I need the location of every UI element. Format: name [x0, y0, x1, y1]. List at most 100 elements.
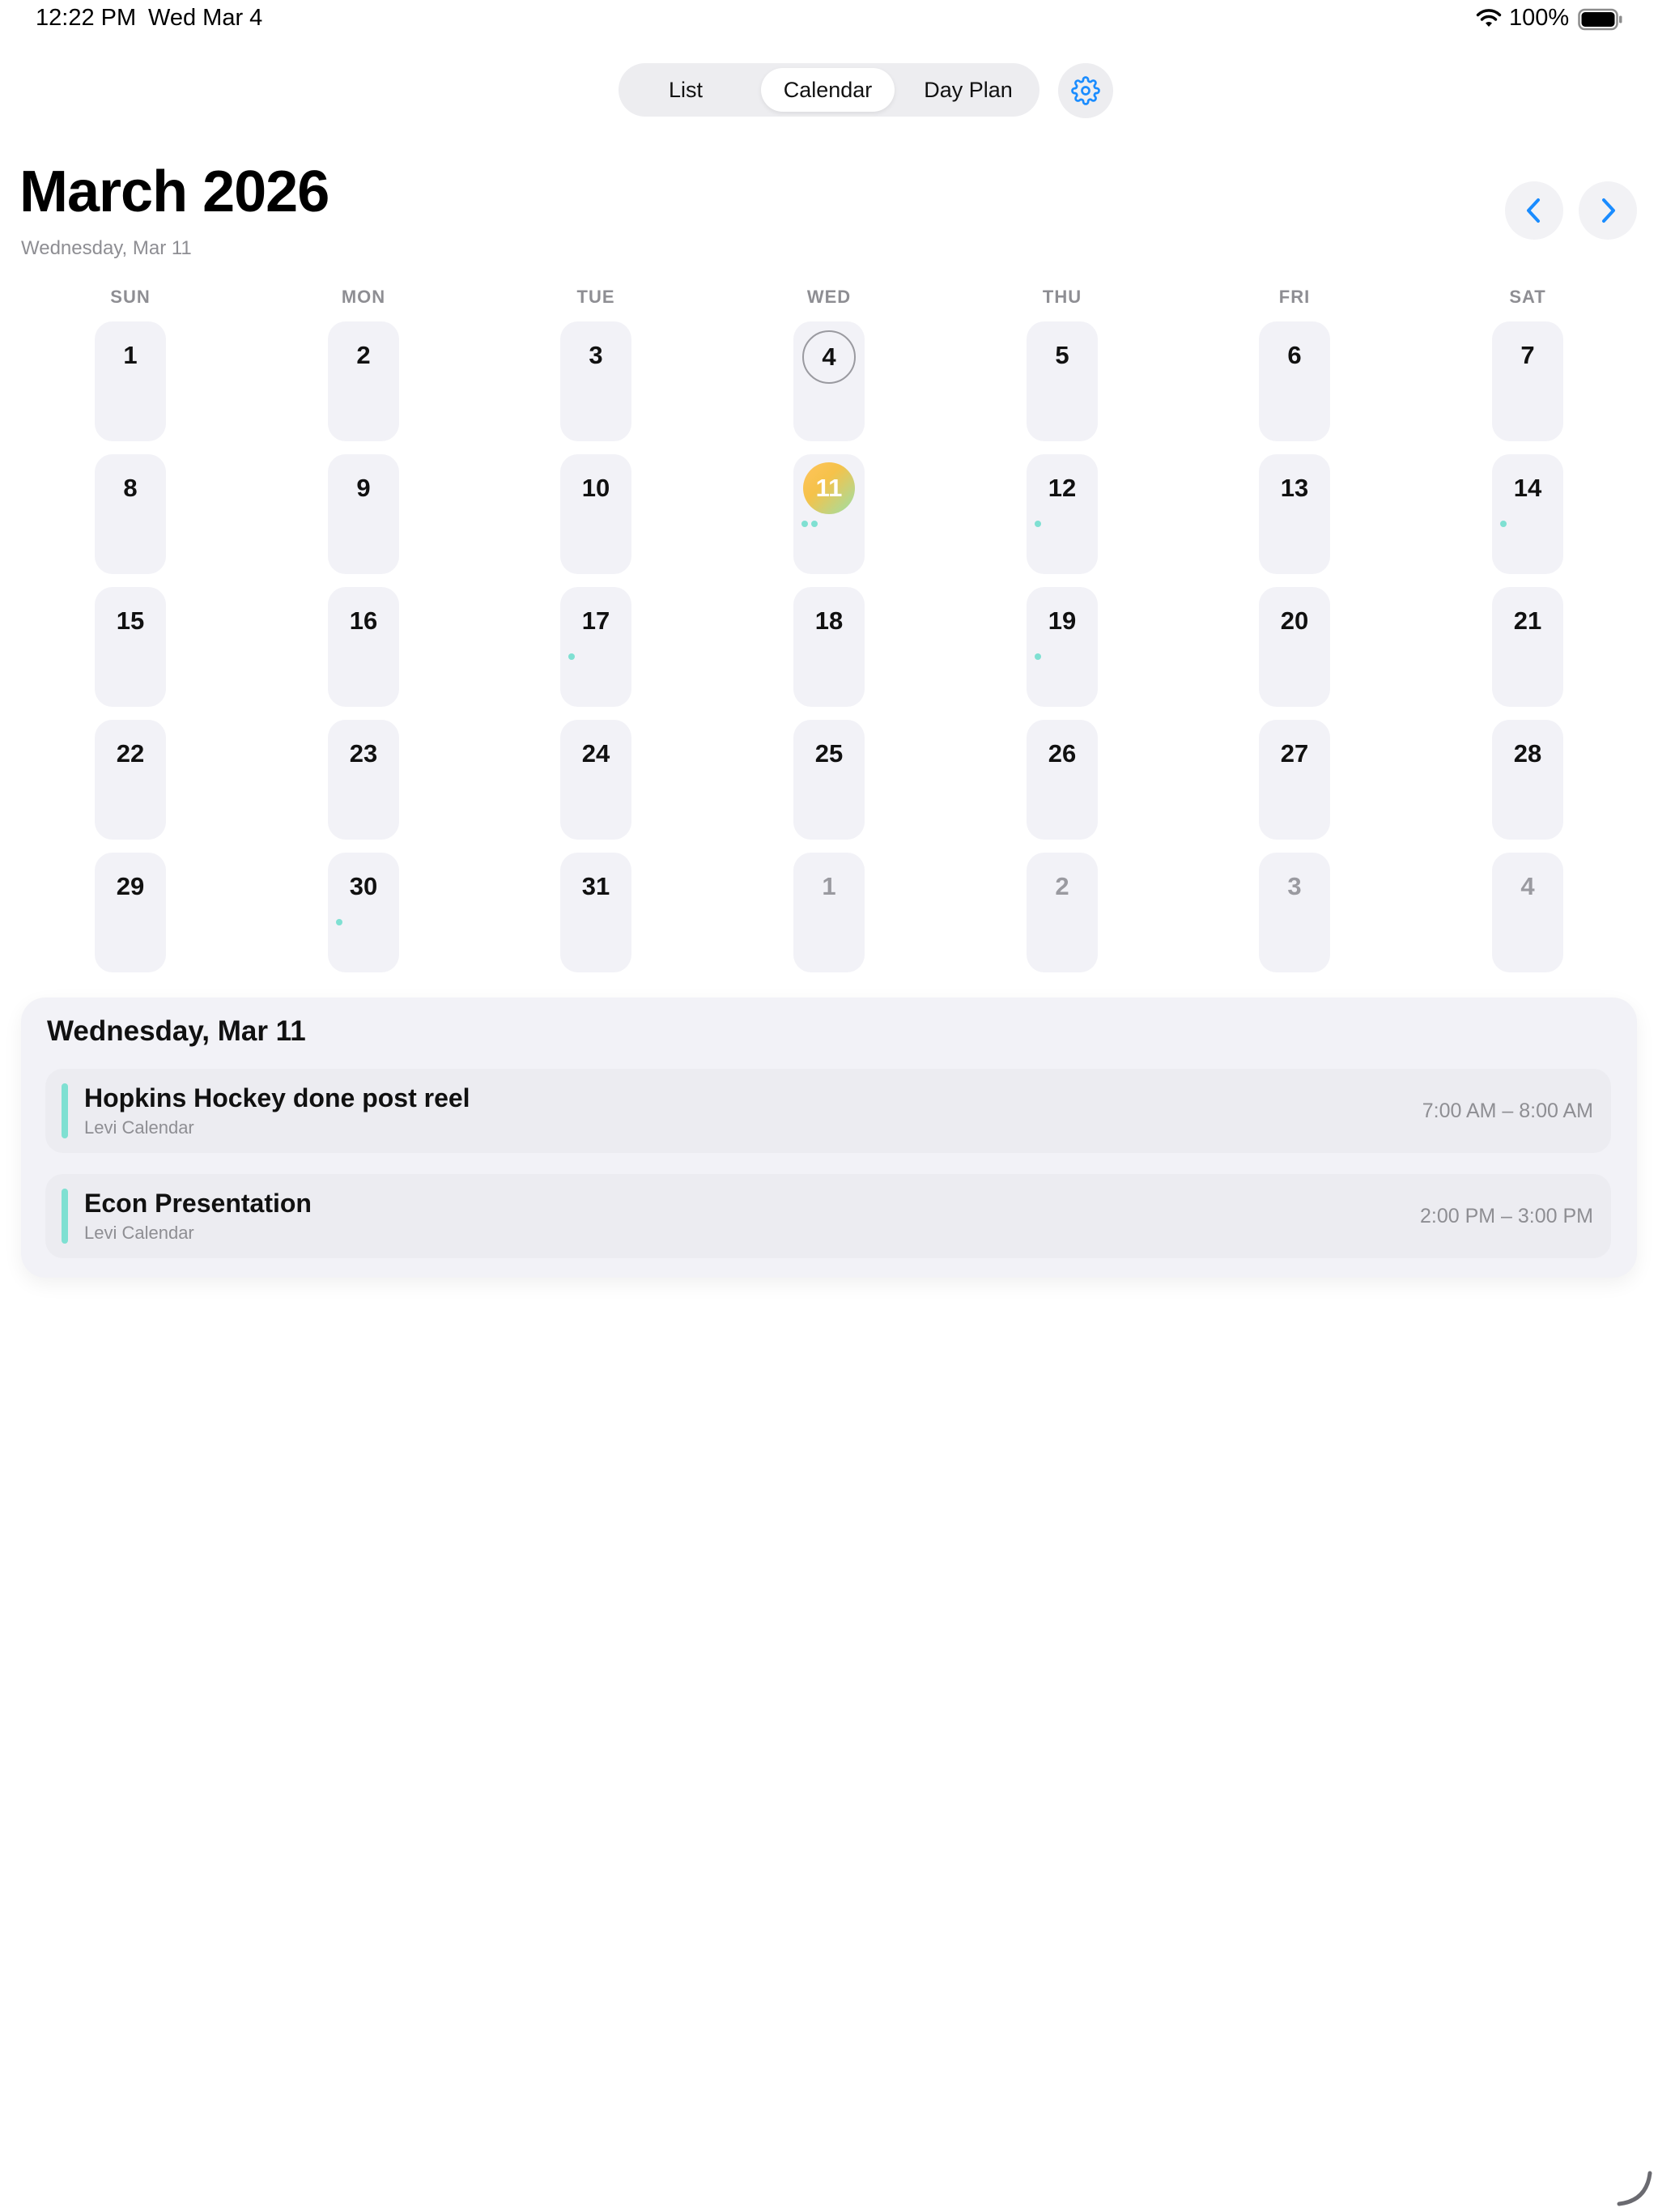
- status-date: Wed Mar 4: [148, 5, 263, 31]
- day-cell[interactable]: 25: [793, 720, 865, 840]
- day-number: 12: [1048, 474, 1077, 502]
- day-cell[interactable]: 19: [1027, 587, 1098, 707]
- day-number: 13: [1280, 474, 1309, 502]
- day-number: 29: [116, 872, 145, 900]
- day-number: 14: [1513, 474, 1542, 502]
- day-cell[interactable]: 24: [560, 720, 631, 840]
- day-cell[interactable]: 5: [1027, 321, 1098, 441]
- day-cell[interactable]: 2: [1027, 853, 1098, 972]
- gear-icon: [1071, 76, 1100, 105]
- day-number: 4: [1520, 872, 1535, 900]
- event-card[interactable]: Hopkins Hockey done post reel Levi Calen…: [45, 1069, 1611, 1153]
- day-cell[interactable]: 2: [328, 321, 399, 441]
- selected-date-subtitle: Wednesday, Mar 11: [21, 237, 192, 259]
- day-number: 6: [1287, 341, 1302, 369]
- day-cell[interactable]: 23: [328, 720, 399, 840]
- day-number: 1: [822, 872, 836, 900]
- day-number: 17: [581, 606, 610, 635]
- day-cell[interactable]: 29: [95, 853, 166, 972]
- day-cell[interactable]: 7: [1492, 321, 1563, 441]
- day-number: 27: [1280, 739, 1309, 768]
- event-dot: [1035, 653, 1041, 660]
- day-number: 28: [1513, 739, 1542, 768]
- day-cell[interactable]: 28: [1492, 720, 1563, 840]
- day-cell[interactable]: 6: [1259, 321, 1330, 441]
- day-number: 18: [814, 606, 844, 635]
- month-title: March 2026: [19, 160, 329, 224]
- weekday-label: TUE: [576, 287, 615, 307]
- day-number: 23: [349, 739, 378, 768]
- weekday-label: SUN: [110, 287, 151, 307]
- status-bar: 12:22 PM Wed Mar 4 100%: [0, 0, 1658, 40]
- tab-calendar[interactable]: Calendar: [761, 68, 895, 112]
- day-number: 16: [349, 606, 378, 635]
- day-cell[interactable]: 15: [95, 587, 166, 707]
- day-cell-selected[interactable]: 11: [793, 454, 865, 574]
- day-number: 31: [581, 872, 610, 900]
- day-cell[interactable]: 10: [560, 454, 631, 574]
- event-color-bar: [62, 1189, 68, 1244]
- previous-month-button[interactable]: [1505, 181, 1563, 240]
- day-number: 21: [1513, 606, 1542, 635]
- day-number: 10: [581, 474, 610, 502]
- day-cell[interactable]: 3: [1259, 853, 1330, 972]
- day-number: 7: [1520, 341, 1535, 369]
- day-cell[interactable]: 30: [328, 853, 399, 972]
- event-card[interactable]: Econ Presentation Levi Calendar 2:00 PM …: [45, 1174, 1611, 1258]
- events-panel-title: Wednesday, Mar 11: [47, 1015, 306, 1047]
- day-cell[interactable]: 16: [328, 587, 399, 707]
- day-events-panel: Wednesday, Mar 11 Hopkins Hockey done po…: [21, 998, 1637, 1278]
- day-cell[interactable]: 14: [1492, 454, 1563, 574]
- event-indicator-dots: [801, 521, 818, 527]
- day-cell[interactable]: 21: [1492, 587, 1563, 707]
- event-title: Econ Presentation: [84, 1189, 312, 1218]
- day-cell[interactable]: 20: [1259, 587, 1330, 707]
- event-dot: [336, 919, 342, 925]
- tab-list[interactable]: List: [625, 68, 746, 112]
- day-number: 24: [581, 739, 610, 768]
- event-color-bar: [62, 1083, 68, 1138]
- battery-percentage: 100%: [1509, 5, 1570, 31]
- day-number: 3: [589, 341, 603, 369]
- battery-icon: [1578, 8, 1622, 31]
- day-cell[interactable]: 17: [560, 587, 631, 707]
- event-time: 2:00 PM – 3:00 PM: [1419, 1205, 1593, 1227]
- day-cell[interactable]: 1: [793, 853, 865, 972]
- day-cell[interactable]: 31: [560, 853, 631, 972]
- view-switcher: List Calendar Day Plan: [619, 63, 1039, 117]
- event-time: 7:00 AM – 8:00 AM: [1422, 1100, 1593, 1122]
- day-number: 25: [814, 739, 844, 768]
- wifi-icon: [1476, 9, 1502, 27]
- day-cell[interactable]: 26: [1027, 720, 1098, 840]
- settings-button[interactable]: [1058, 63, 1113, 118]
- event-dot: [811, 521, 818, 527]
- day-number: 1: [123, 341, 138, 369]
- day-cell[interactable]: 22: [95, 720, 166, 840]
- day-cell-today[interactable]: 4: [793, 321, 865, 441]
- day-number: 19: [1048, 606, 1077, 635]
- event-calendar-name: Levi Calendar: [84, 1223, 194, 1243]
- event-indicator-dots: [336, 919, 342, 925]
- calendar-screen: 12:22 PM Wed Mar 4 100% List Calendar Da…: [0, 0, 1658, 2212]
- day-cell[interactable]: 27: [1259, 720, 1330, 840]
- next-month-button[interactable]: [1579, 181, 1637, 240]
- resize-handle-icon[interactable]: [1614, 2168, 1653, 2207]
- day-cell[interactable]: 12: [1027, 454, 1098, 574]
- day-cell[interactable]: 3: [560, 321, 631, 441]
- day-cell[interactable]: 9: [328, 454, 399, 574]
- day-number: 9: [356, 474, 371, 502]
- event-indicator-dots: [1500, 521, 1507, 527]
- day-cell[interactable]: 18: [793, 587, 865, 707]
- weekday-label: SAT: [1509, 287, 1546, 307]
- day-number: 15: [116, 606, 145, 635]
- tab-day-plan[interactable]: Day Plan: [902, 68, 1035, 112]
- day-cell[interactable]: 4: [1492, 853, 1563, 972]
- day-number: 3: [1287, 872, 1302, 900]
- day-number: 2: [1055, 872, 1069, 900]
- day-cell[interactable]: 13: [1259, 454, 1330, 574]
- day-number: 8: [123, 474, 138, 502]
- chevron-right-icon: [1602, 198, 1615, 223]
- day-cell[interactable]: 8: [95, 454, 166, 574]
- event-indicator-dots: [1035, 521, 1041, 527]
- day-cell[interactable]: 1: [95, 321, 166, 441]
